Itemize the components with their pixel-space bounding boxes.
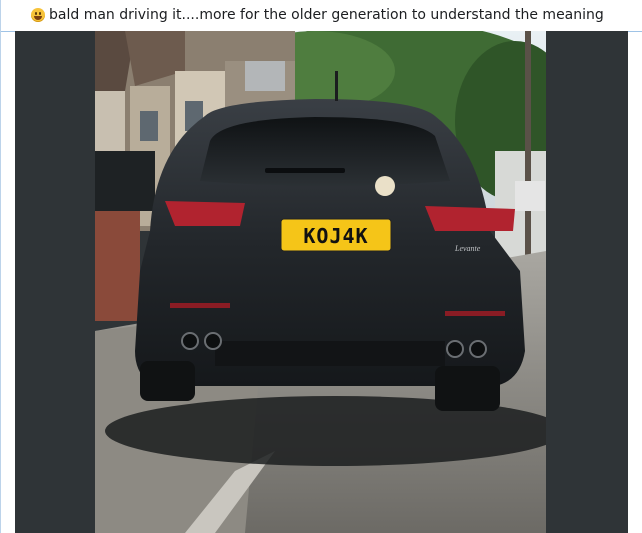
tail-light-left xyxy=(165,201,245,226)
tail-light-right xyxy=(425,206,515,231)
car-photo-illustration: KOJ4K Levante xyxy=(95,31,546,533)
rear-window xyxy=(200,117,450,186)
model-badge: Levante xyxy=(454,244,481,253)
photo-frame[interactable]: KOJ4K Levante xyxy=(15,31,628,533)
post-caption: bald man driving it....more for the olde… xyxy=(49,7,604,23)
number-plate-text: KOJ4K xyxy=(303,224,368,248)
grinning-face-icon xyxy=(31,8,45,22)
post-caption-bar: bald man driving it....more for the olde… xyxy=(1,0,642,30)
social-post: bald man driving it....more for the olde… xyxy=(0,0,642,533)
brick-wall xyxy=(95,201,140,321)
car-photo[interactable]: KOJ4K Levante xyxy=(95,31,546,533)
